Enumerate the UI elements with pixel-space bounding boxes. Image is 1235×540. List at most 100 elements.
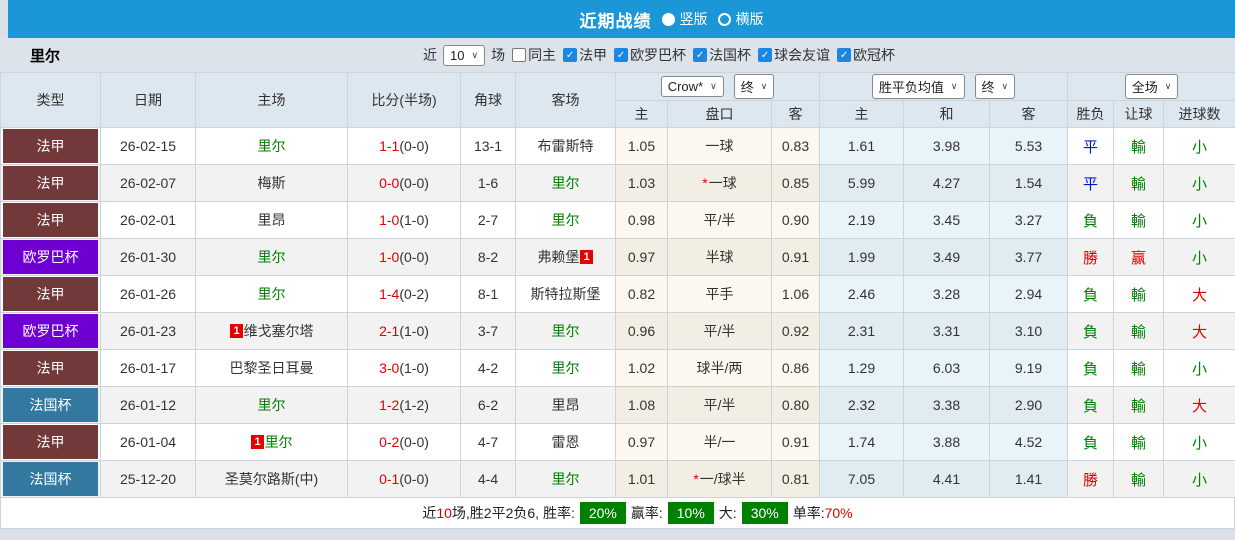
match-date: 26-01-26 — [100, 275, 196, 313]
handicap: 平/半 — [667, 312, 772, 350]
sub-header-handicap-result: 让球 — [1113, 100, 1165, 128]
mean-draw: 3.28 — [903, 275, 990, 313]
sub-header-odds-away: 客 — [771, 100, 820, 128]
page-title: 近期战绩 — [579, 11, 652, 31]
away-team: 雷恩 — [515, 423, 616, 461]
corners: 1-6 — [460, 164, 516, 202]
full-time-score: 1-4 — [379, 286, 400, 302]
results-table: 类型 日期 主场 比分(半场) 角球 客场 Crow* ∨ 终 ∨ 胜平负均值 … — [0, 72, 1235, 498]
home-team: 巴黎圣日耳曼 — [195, 349, 348, 387]
score-cell: 2-1(1-0) — [347, 312, 461, 350]
odds-home: 1.05 — [615, 127, 668, 165]
league-cell: 法国杯 — [0, 386, 101, 424]
scope-select[interactable]: 全场 ∨ — [1124, 74, 1179, 99]
table-row: 法国杯 26-01-12 里尔 1-2(1-2) 6-2 里昂 1.08 平/半… — [0, 386, 1235, 424]
result-goals: 大 — [1163, 312, 1235, 350]
handicap: 半/一 — [667, 423, 772, 461]
checkbox-icon — [512, 48, 527, 62]
score-cell: 0-1(0-0) — [347, 460, 461, 498]
match-date: 26-01-12 — [100, 386, 196, 424]
result-goals: 小 — [1163, 127, 1235, 165]
result-wdl: 勝 — [1067, 238, 1115, 276]
result-goals: 小 — [1163, 238, 1235, 276]
filter-checkbox-friendly[interactable]: 球会友谊 — [758, 45, 830, 65]
mean-draw: 3.31 — [903, 312, 990, 350]
table-row: 法甲 26-02-07 梅斯 0-0(0-0) 1-6 里尔 1.03 *一球 … — [0, 164, 1235, 202]
half-time-score: (0-2) — [399, 286, 429, 302]
mean-home: 1.29 — [819, 349, 904, 387]
odds-home: 0.97 — [615, 423, 668, 461]
away-team-name: 弗赖堡 — [537, 249, 580, 265]
odds-away: 0.83 — [771, 127, 820, 165]
league-badge: 法甲 — [3, 129, 98, 163]
away-team-name: 里尔 — [551, 471, 580, 487]
result-wdl: 負 — [1067, 201, 1115, 239]
result-handicap: 輸 — [1113, 275, 1165, 313]
home-team-name: 里尔 — [257, 397, 286, 413]
away-team: 布雷斯特 — [515, 127, 616, 165]
half-time-score: (0-0) — [399, 249, 429, 265]
odds-company-select[interactable]: Crow* ∨ — [660, 76, 724, 97]
star-mark: * — [702, 175, 708, 191]
near-label: 近 — [423, 47, 437, 63]
odds-win-rate-badge: 10% — [667, 502, 714, 524]
odds-away: 0.85 — [771, 164, 820, 202]
mean-time-select[interactable]: 终 ∨ — [974, 74, 1016, 99]
handicap: 球半/两 — [667, 349, 772, 387]
result-goals: 大 — [1163, 386, 1235, 424]
half-time-score: (1-0) — [399, 323, 429, 339]
mean-home: 2.31 — [819, 312, 904, 350]
mean-type-select[interactable]: 胜平负均值 ∨ — [871, 74, 965, 99]
league-badge: 欧罗巴杯 — [3, 314, 98, 348]
away-team: 弗赖堡 1 — [515, 238, 616, 276]
col-header-home: 主场 — [195, 72, 348, 128]
filter-checkbox-ligue1[interactable]: 法甲 — [563, 45, 607, 65]
layout-option-horizontal[interactable]: 横版 — [717, 9, 764, 29]
mean-home: 2.19 — [819, 201, 904, 239]
league-badge: 法国杯 — [3, 462, 98, 496]
summary-count: 10 — [436, 505, 452, 521]
away-team-name: 里尔 — [551, 212, 580, 228]
corners: 8-1 — [460, 275, 516, 313]
filter-checkbox-ucl[interactable]: 欧冠杯 — [837, 45, 895, 65]
layout-option-vertical[interactable]: 竖版 — [661, 9, 708, 29]
score-cell: 1-0(0-0) — [347, 238, 461, 276]
result-wdl: 負 — [1067, 312, 1115, 350]
sub-header-mean-draw: 和 — [903, 100, 990, 128]
league-cell: 法甲 — [0, 201, 101, 239]
odds-time-select[interactable]: 终 ∨ — [733, 74, 775, 99]
mean-draw: 3.45 — [903, 201, 990, 239]
corners: 13-1 — [460, 127, 516, 165]
result-handicap: 輸 — [1113, 460, 1165, 498]
home-team: 里尔 — [195, 238, 348, 276]
score-cell: 1-4(0-2) — [347, 275, 461, 313]
home-team: 里尔 — [195, 275, 348, 313]
filter-checkbox-same-venue[interactable]: 同主 — [512, 45, 556, 65]
odds-home: 0.96 — [615, 312, 668, 350]
match-date: 25-12-20 — [100, 460, 196, 498]
radio-selected-icon — [661, 12, 675, 26]
half-time-score: (0-0) — [399, 471, 429, 487]
mean-away: 9.19 — [988, 349, 1069, 387]
filter-checkbox-coupe[interactable]: 法国杯 — [693, 45, 751, 65]
topbar: 近期战绩 竖版 横版 — [8, 0, 1235, 38]
filter-checkbox-europa[interactable]: 欧罗巴杯 — [614, 45, 686, 65]
result-goals: 小 — [1163, 349, 1235, 387]
checkbox-icon — [563, 48, 578, 62]
match-count-select[interactable]: 10 ∨ — [443, 44, 486, 66]
mean-away: 4.52 — [988, 423, 1069, 461]
score-cell: 1-2(1-2) — [347, 386, 461, 424]
chevron-down-icon: ∨ — [1164, 81, 1172, 91]
result-goals: 小 — [1163, 201, 1235, 239]
home-team: 圣莫尔路斯(中) — [195, 460, 348, 498]
home-team-name: 里昂 — [257, 212, 286, 228]
rank-badge: 1 — [230, 324, 243, 338]
half-time-score: (0-0) — [399, 138, 429, 154]
handicap: *一球 — [667, 164, 772, 202]
mean-away: 3.10 — [988, 312, 1069, 350]
match-date: 26-01-30 — [100, 238, 196, 276]
half-time-score: (0-0) — [399, 434, 429, 450]
away-team: 里尔 — [515, 460, 616, 498]
rank-badge: 1 — [580, 250, 593, 264]
score-cell: 1-0(1-0) — [347, 201, 461, 239]
